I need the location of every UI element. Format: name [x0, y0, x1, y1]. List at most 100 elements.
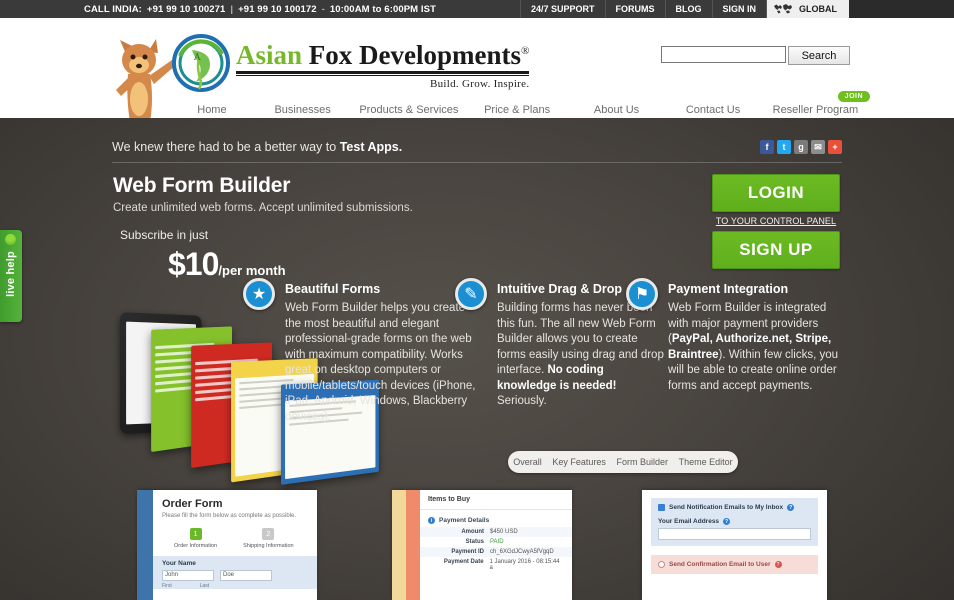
search-button[interactable]: Search	[788, 46, 850, 65]
subscribe-label: Subscribe in just	[120, 228, 209, 242]
tagline-bar: We knew there had to be a better way to …	[112, 132, 842, 162]
global-selector[interactable]: GLOBAL	[766, 0, 850, 18]
page-title: Web Form Builder	[113, 174, 291, 197]
live-help-label: live help	[5, 251, 17, 297]
price-period: /per month	[218, 263, 286, 278]
notification-checkbox-row[interactable]: Send Notification Emails to My Inbox ?	[658, 504, 811, 511]
join-badge[interactable]: JOIN	[837, 91, 871, 102]
items-to-buy-header: Items to Buy	[420, 490, 572, 510]
step-label-order-information: Order Information	[174, 543, 218, 549]
social-share-row: f t g ✉ +	[760, 140, 842, 154]
brand-title: Asian Fox Developments®	[236, 36, 529, 70]
feature-payment-integration: ⚑ Payment Integration Web Form Builder i…	[626, 278, 844, 394]
table-row: Status PAID	[420, 537, 572, 547]
feature-body-drag-and-drop: Building forms has never been this fun. …	[497, 301, 665, 410]
email-icon[interactable]: ✉	[811, 140, 825, 154]
help-icon[interactable]: ?	[787, 504, 795, 511]
control-panel-link[interactable]: TO YOUR CONTROL PANEL	[712, 216, 840, 226]
nav-label-reseller-program: Reseller Program	[772, 104, 859, 116]
login-button[interactable]: LOGIN	[712, 174, 840, 212]
price-tag-icon: ⚑	[626, 278, 658, 310]
header-search: Search	[661, 46, 850, 65]
payment-sidebar-orange	[406, 490, 420, 600]
search-input[interactable]	[661, 46, 786, 63]
page-subtitle: Create unlimited web forms. Accept unlim…	[113, 202, 413, 214]
price-display: $10/per month	[168, 246, 286, 283]
brand-wordmark: Asian Fox Developments® Build. Grow. Ins…	[236, 36, 530, 90]
global-label: GLOBAL	[799, 4, 838, 14]
payment-key-amount: Amount	[461, 529, 484, 535]
tab-theme-editor[interactable]: Theme Editor	[675, 457, 737, 467]
tagline-divider	[112, 162, 842, 163]
screenshot-payment-details[interactable]: Items to Buy i Payment Details Amount $4…	[392, 490, 572, 600]
nav-label-price-plans: Price & Plans	[484, 104, 551, 116]
hours-dash: -	[321, 3, 325, 15]
payment-details-label: Payment Details	[439, 517, 490, 524]
star-badge-icon: ★	[243, 278, 275, 310]
phone-number-1: +91 99 10 100271	[146, 3, 226, 15]
payment-value-id: ch_6XGdJCwyA5fVgqD	[490, 549, 554, 555]
feature-beautiful-forms: ★ Beautiful Forms Web Form Builder helps…	[243, 278, 483, 425]
svg-text:A: A	[193, 53, 201, 63]
nav-label-home: Home	[197, 104, 227, 116]
info-icon: i	[428, 517, 435, 524]
table-row: Payment Date 1 January 2016 - 08:15:44 a	[420, 557, 572, 573]
status-badge: PAID	[490, 539, 504, 545]
checkbox-unchecked-icon[interactable]	[658, 561, 665, 568]
payment-key-status: Status	[465, 539, 484, 545]
confirmation-label: Send Confirmation Email to User	[669, 561, 771, 568]
live-help-tab[interactable]: live help	[0, 230, 22, 322]
order-form-sidebar	[137, 490, 153, 600]
share-more-icon[interactable]: +	[828, 140, 842, 154]
twitter-icon[interactable]: t	[777, 140, 791, 154]
nav-label-contact-us: Contact Us	[685, 104, 741, 116]
table-row: Payment ID ch_6XGdJCwyA5fVgqD	[420, 547, 572, 557]
screenshot-tabs: Overall Key Features Form Builder Theme …	[508, 451, 738, 473]
step-number-badge: 1	[189, 528, 202, 540]
screenshot-notification-settings[interactable]: Send Notification Emails to My Inbox ? Y…	[642, 490, 827, 600]
nav-label-products-services: Products & Services	[359, 104, 459, 116]
tab-overall[interactable]: Overall	[509, 457, 546, 467]
your-name-field-group: Your Name John Doe First Last	[153, 556, 317, 589]
google-plus-icon[interactable]: g	[794, 140, 808, 154]
page-root: CALL INDIA: +91 99 10 100271 | +91 99 10…	[0, 0, 954, 600]
globe-icon	[774, 4, 793, 14]
help-icon[interactable]: ?	[774, 561, 782, 568]
pencil-icon: ✎	[455, 278, 487, 310]
checkbox-checked-icon[interactable]	[658, 504, 665, 511]
signup-button[interactable]: SIGN UP	[712, 231, 840, 269]
feature-title-beautiful-forms: Beautiful Forms	[285, 282, 381, 296]
phone-number-2: +91 99 10 100172	[238, 3, 317, 15]
top-link-signin[interactable]: SIGN IN	[711, 0, 767, 18]
email-address-label-row: Your Email Address ?	[658, 518, 811, 525]
last-name-input[interactable]: Doe	[220, 570, 272, 581]
feature-body-payment-integration: Web Form Builder is integrated with majo…	[668, 301, 844, 394]
first-name-input[interactable]: John	[162, 570, 214, 581]
feature-title-payment-integration: Payment Integration	[668, 282, 789, 296]
notification-checkbox-label: Send Notification Emails to My Inbox	[669, 504, 784, 511]
top-link-forums[interactable]: FORUMS	[604, 0, 665, 18]
order-form-step-2: 2 Shipping Information	[243, 528, 294, 549]
notification-panel: Send Notification Emails to My Inbox ? Y…	[651, 498, 818, 546]
facebook-icon[interactable]: f	[760, 140, 774, 154]
top-utility-bar: CALL INDIA: +91 99 10 100271 | +91 99 10…	[0, 0, 954, 18]
feature-body-beautiful-forms: Web Form Builder helps you create the mo…	[285, 302, 476, 423]
hero-section: We knew there had to be a better way to …	[0, 118, 954, 600]
step-number-badge: 2	[262, 528, 275, 540]
payment-key-id: Payment ID	[451, 549, 484, 555]
your-name-label: Your Name	[162, 560, 196, 567]
step-label-shipping-information: Shipping Information	[243, 543, 294, 549]
last-name-sublabel: Last	[199, 583, 210, 589]
screenshot-gallery: Order Form Please fill the form below as…	[0, 490, 954, 600]
tab-form-builder[interactable]: Form Builder	[613, 457, 673, 467]
tab-key-features[interactable]: Key Features	[548, 457, 610, 467]
top-link-blog[interactable]: BLOG	[664, 0, 712, 18]
order-form-description: Please fill the form below as complete a…	[162, 513, 297, 519]
asian-fox-logo-icon: A	[172, 34, 230, 92]
help-icon[interactable]: ?	[723, 518, 731, 525]
email-address-input[interactable]	[658, 528, 811, 540]
screenshot-order-form[interactable]: Order Form Please fill the form below as…	[137, 490, 317, 600]
top-link-support[interactable]: 24/7 SUPPORT	[520, 0, 605, 18]
brand-fox: Fox	[308, 40, 353, 70]
brand-logo[interactable]: A Asian Fox Developments® Build. Grow. I…	[170, 32, 530, 94]
